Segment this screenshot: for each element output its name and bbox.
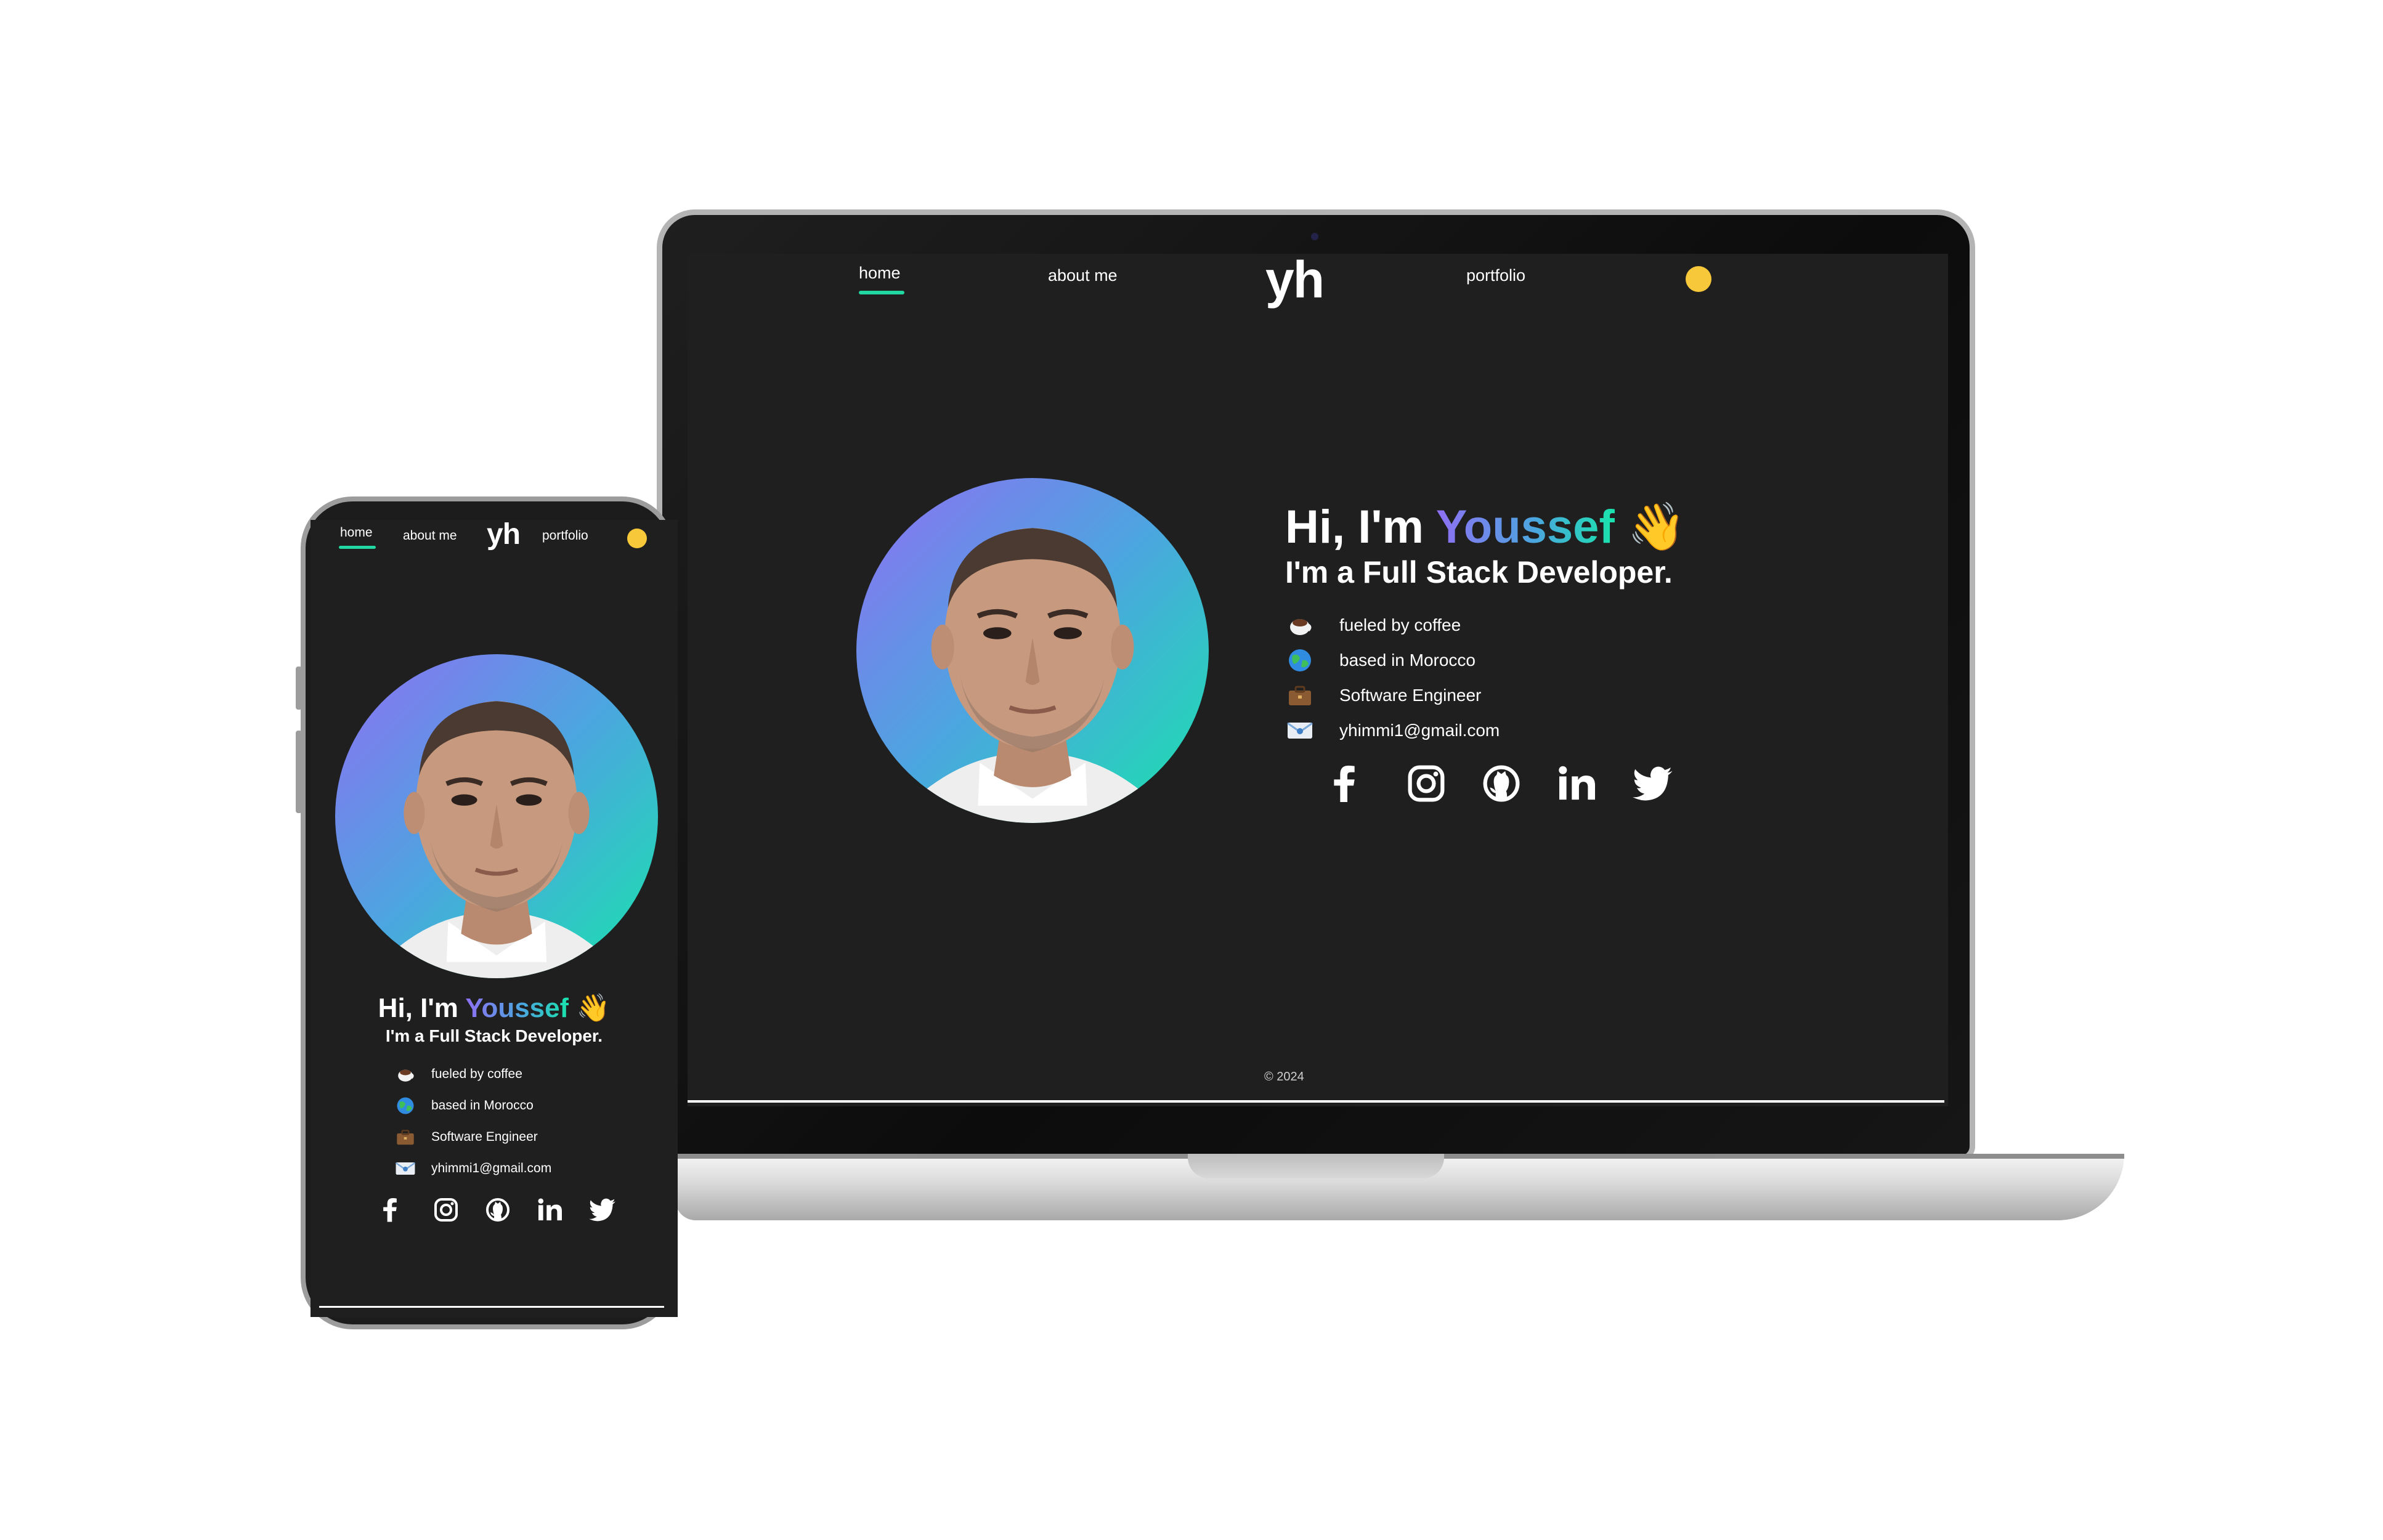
nav-home-link[interactable]: home [859, 264, 901, 283]
hero-name: Youssef [1435, 501, 1615, 553]
nav-portfolio-link[interactable]: portfolio [542, 529, 588, 543]
nav-portfolio-link[interactable]: portfolio [1466, 266, 1525, 285]
info-item-coffee: fueled by coffee [393, 1063, 522, 1085]
wave-icon: 👋 [1627, 501, 1686, 553]
hero-name: Youssef [465, 993, 569, 1023]
nav-active-underline [339, 546, 376, 549]
hero-role: I'm a Full Stack Developer. [1285, 555, 1673, 590]
footer-divider [688, 1100, 1944, 1103]
coffee-icon [393, 1065, 418, 1084]
laptop-camera [1311, 233, 1318, 240]
info-item-coffee: fueled by coffee [1284, 611, 1461, 639]
instagram-icon[interactable] [1407, 759, 1482, 808]
github-icon[interactable] [1482, 759, 1557, 808]
info-item-job: Software Engineer [393, 1126, 538, 1148]
laptop-notch [1188, 1154, 1444, 1178]
hero-role: I'm a Full Stack Developer. [385, 1026, 603, 1045]
info-item-email: yhimmi1@gmail.com [1284, 716, 1500, 745]
info-text: Software Engineer [1339, 686, 1482, 705]
nav-about-link[interactable]: about me [403, 529, 457, 543]
social-links [382, 1193, 641, 1227]
facebook-icon[interactable] [382, 1193, 434, 1227]
nav-active-underline [859, 291, 904, 294]
linkedin-icon[interactable] [1557, 759, 1633, 808]
github-icon[interactable] [485, 1193, 537, 1227]
social-links [1332, 759, 1708, 808]
theme-toggle-button[interactable] [627, 529, 647, 548]
info-item-location: based in Morocco [393, 1095, 534, 1117]
briefcase-icon [393, 1128, 418, 1146]
info-text: based in Morocco [431, 1098, 534, 1112]
info-text: fueled by coffee [431, 1067, 522, 1081]
profile-photo [335, 654, 658, 978]
linkedin-icon[interactable] [537, 1193, 589, 1227]
twitter-icon[interactable] [589, 1193, 641, 1227]
info-text: Software Engineer [431, 1130, 538, 1144]
footer-divider [319, 1306, 664, 1308]
twitter-icon[interactable] [1633, 759, 1708, 808]
info-item-job: Software Engineer [1284, 681, 1481, 710]
nav-home-link[interactable]: home [340, 525, 373, 540]
briefcase-icon [1284, 683, 1316, 708]
info-text: fueled by coffee [1339, 615, 1461, 634]
hero-greeting: Hi, I'm Youssef 👋 [1285, 501, 1686, 553]
info-item-location: based in Morocco [1284, 646, 1476, 675]
email-icon [1284, 718, 1316, 743]
info-text: yhimmi1@gmail.com [431, 1161, 552, 1175]
footer-copyright: © 2024 [1264, 1070, 1304, 1084]
theme-toggle-button[interactable] [1686, 266, 1711, 292]
phone-screen: home about me yh portfolio Hi, I'm Youss… [311, 520, 678, 1317]
wave-icon: 👋 [576, 993, 611, 1023]
instagram-icon[interactable] [434, 1193, 485, 1227]
hero-greeting: Hi, I'm Youssef 👋 [378, 993, 611, 1023]
profile-photo [856, 478, 1209, 823]
nav-about-link[interactable]: about me [1048, 266, 1118, 285]
info-item-email: yhimmi1@gmail.com [393, 1157, 551, 1180]
facebook-icon[interactable] [1332, 759, 1407, 808]
info-text: based in Morocco [1339, 650, 1476, 670]
globe-icon [393, 1096, 418, 1115]
site-logo[interactable]: yh [1265, 254, 1325, 310]
laptop-screen: home about me yh portfolio Hi, I'm Youss… [688, 254, 1948, 1106]
globe-icon [1284, 648, 1316, 673]
info-text: yhimmi1@gmail.com [1339, 721, 1500, 740]
email-icon [393, 1159, 418, 1178]
coffee-icon [1284, 613, 1316, 638]
site-logo[interactable]: yh [487, 520, 521, 551]
